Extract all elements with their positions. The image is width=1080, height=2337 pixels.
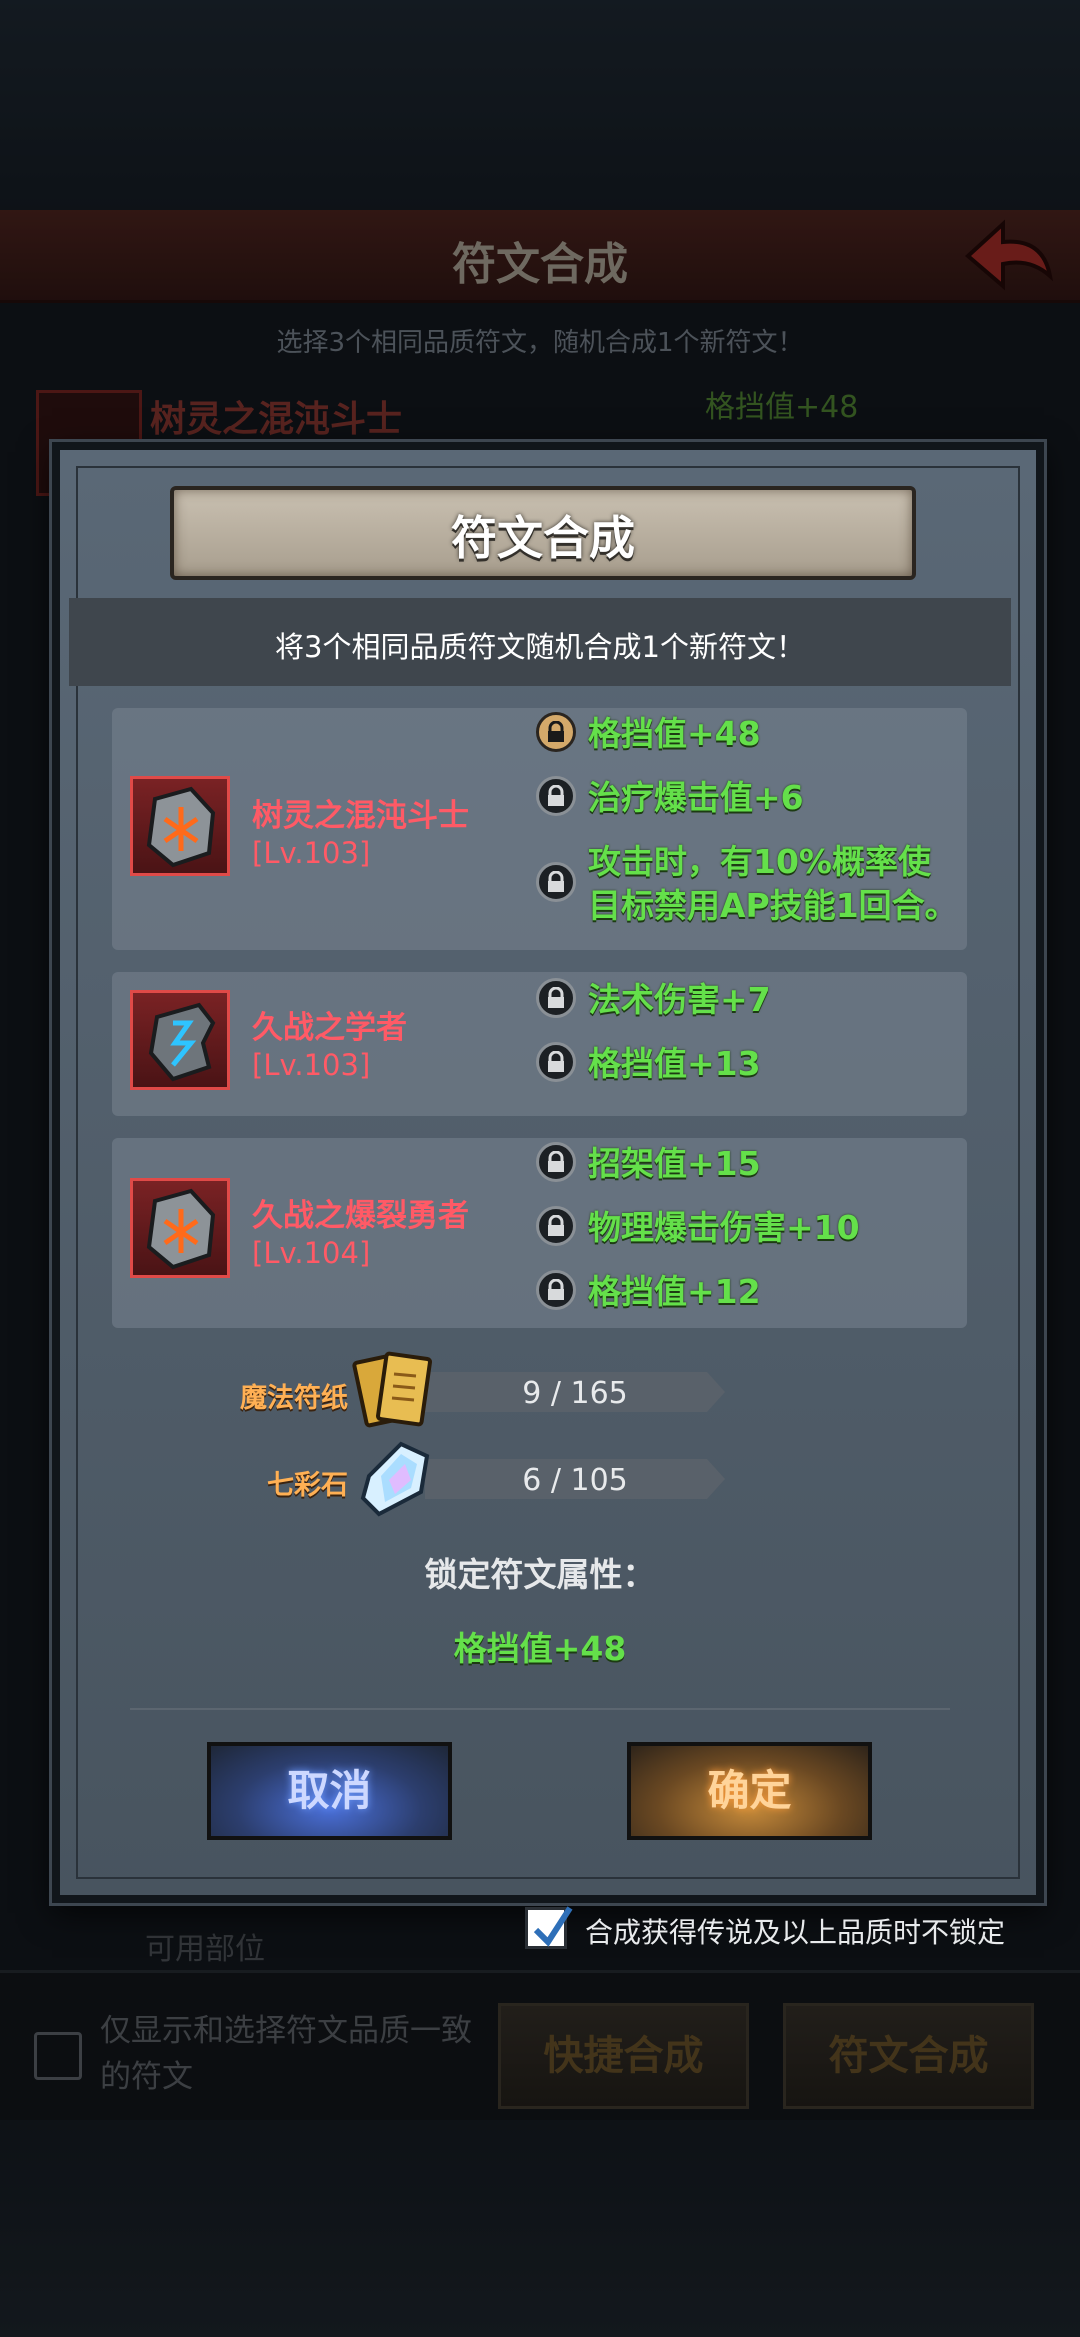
no-lock-checkbox[interactable]: [525, 1906, 573, 1949]
rune-slot-2: [130, 990, 230, 1090]
stat-row[interactable]: 法术伤害+7: [536, 978, 771, 1022]
rune-slot-3: [130, 1178, 230, 1278]
rainbow-stone-count: 6 / 105: [522, 1463, 628, 1498]
rune-name-2: 久战之学者: [252, 1010, 407, 1046]
stat-text: 格挡值+48: [588, 714, 761, 753]
lock-attribute-title: 锁定符文属性：: [424, 1555, 656, 1594]
rainbow-stone-icon: [360, 1441, 430, 1517]
rune-card-3: 久战之爆裂勇者 [Lv.104] 招架值+15 物理爆击伤害+10 格挡值+12: [112, 1138, 967, 1328]
lock-icon[interactable]: [536, 776, 576, 816]
stat-text: 格挡值+12: [588, 1272, 761, 1311]
rune-level-1: [Lv.103]: [252, 836, 371, 870]
stat-row[interactable]: 物理爆击伤害+10: [536, 1206, 860, 1250]
divider: [130, 1708, 950, 1710]
stat-row[interactable]: 攻击时，有10%概率使 目标禁用AP技能1回合。: [536, 840, 958, 928]
lock-icon[interactable]: [536, 1270, 576, 1310]
stat-text: 格挡值+13: [588, 1044, 761, 1083]
stat-text: 法术伤害+7: [588, 980, 771, 1019]
magic-paper-bar: 9 / 165: [425, 1372, 725, 1412]
rune-level-3: [Lv.104]: [252, 1236, 371, 1270]
magic-paper-count: 9 / 165: [522, 1376, 628, 1411]
stat-text: 治疗爆击值+6: [588, 778, 804, 817]
description-bar: 将3个相同品质符文随机合成1个新符文！: [69, 598, 1011, 686]
rune-slot-1: [130, 776, 230, 876]
stat-text: 攻击时，有10%概率使: [588, 842, 931, 881]
lock-icon[interactable]: [536, 862, 576, 902]
rune-card-2: 久战之学者 [Lv.103] 法术伤害+7 格挡值+13: [112, 972, 967, 1116]
stat-row[interactable]: 招架值+15: [536, 1142, 761, 1186]
stat-text-line2: 目标禁用AP技能1回合。: [588, 886, 958, 925]
stat-text: 物理爆击伤害+10: [588, 1208, 860, 1247]
lock-icon[interactable]: [536, 712, 576, 752]
rune-card-1: 树灵之混沌斗士 [Lv.103] 格挡值+48 治疗爆击值+6 攻击时，有10%…: [112, 708, 967, 950]
magic-paper-icon: [352, 1351, 432, 1428]
lock-icon[interactable]: [536, 1042, 576, 1082]
lock-icon[interactable]: [536, 978, 576, 1018]
locked-attribute-value: 格挡值+48: [453, 1629, 627, 1668]
lock-icon[interactable]: [536, 1142, 576, 1182]
stat-text: 招架值+15: [588, 1144, 761, 1183]
checkmark-icon: [533, 1906, 573, 1947]
blue-rune-stone-icon: [148, 1002, 216, 1082]
rune-name-3: 久战之爆裂勇者: [252, 1198, 469, 1234]
rune-name-1: 树灵之混沌斗士: [252, 798, 469, 834]
stat-row[interactable]: 治疗爆击值+6: [536, 776, 804, 820]
stat-row[interactable]: 格挡值+48: [536, 712, 761, 756]
description-text: 将3个相同品质符文随机合成1个新符文！: [275, 630, 805, 664]
dialog-title-plate: 符文合成: [170, 486, 916, 580]
stat-row[interactable]: 格挡值+13: [536, 1042, 761, 1086]
rainbow-stone-label: 七彩石: [267, 1470, 348, 1501]
cancel-button[interactable]: 取消: [207, 1742, 452, 1840]
dialog-title: 符文合成: [451, 511, 635, 565]
rainbow-stone-bar: 6 / 105: [425, 1459, 725, 1499]
confirm-button[interactable]: 确定: [627, 1742, 872, 1840]
lock-icon[interactable]: [536, 1206, 576, 1246]
no-lock-label: 合成获得传说及以上品质时不锁定: [585, 1916, 1006, 1949]
stat-row[interactable]: 格挡值+12: [536, 1270, 761, 1314]
orange-rune-stone-icon: [146, 786, 216, 868]
rune-level-2: [Lv.103]: [252, 1048, 371, 1082]
orange-rune-stone-icon: [146, 1188, 216, 1270]
magic-paper-label: 魔法符纸: [240, 1383, 348, 1414]
